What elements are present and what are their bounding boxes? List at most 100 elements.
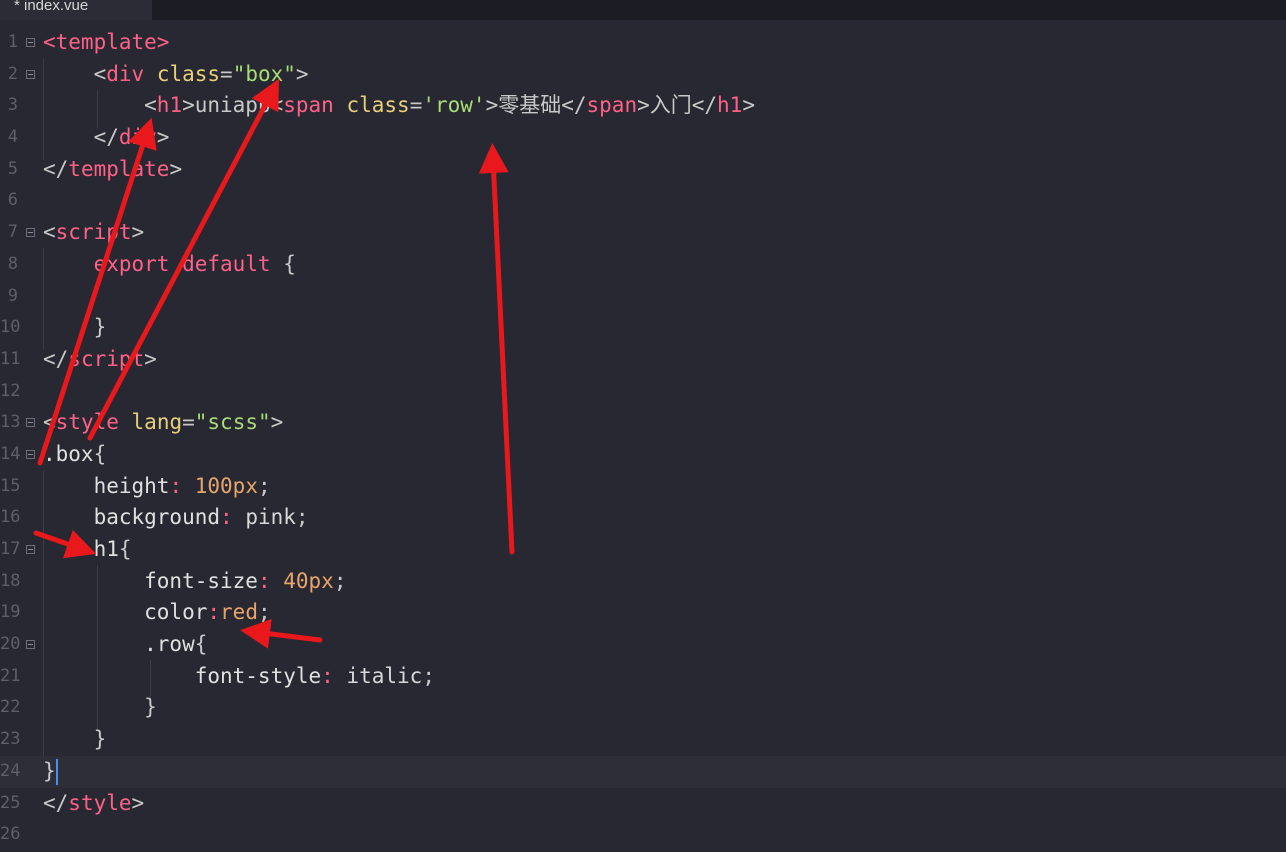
line-number: 19: [0, 602, 21, 623]
line-number: 16: [0, 507, 21, 528]
code-line[interactable]: 18 font-size: 40px;: [0, 566, 1286, 598]
code-line[interactable]: 8 export default {: [0, 249, 1286, 281]
tab-bar: * index.vue: [0, 0, 1286, 20]
fold-toggle-icon[interactable]: [26, 69, 35, 79]
code-token: >入门</: [637, 93, 718, 118]
line-number: 24: [0, 760, 21, 781]
code-token: :: [257, 568, 271, 593]
code-token: div: [118, 125, 157, 150]
fold-toggle-icon[interactable]: [26, 228, 35, 238]
line-number: 14: [0, 443, 21, 464]
code-line[interactable]: 7 <script>: [0, 217, 1286, 249]
code-token: red: [220, 600, 258, 625]
line-number: 13: [0, 412, 21, 433]
code-token: h1: [717, 93, 743, 118]
line-number: 4: [7, 127, 18, 148]
code-token: {: [270, 251, 296, 276]
code-token: >: [131, 790, 145, 815]
code-token: class: [156, 61, 221, 86]
code-editor[interactable]: 1 <template> 2 <div class="box"> 3 <h1>unia…: [0, 20, 1286, 852]
code-line[interactable]: 11 </script>: [0, 344, 1286, 376]
line-number: 7: [7, 222, 18, 243]
code-line[interactable]: 3 <h1>uniapp<span class='row'>零基础</span>…: [0, 90, 1286, 122]
code-text: h1{: [43, 534, 132, 566]
fold-toggle-icon[interactable]: [26, 38, 35, 47]
code-text: }: [43, 692, 157, 724]
fold-toggle-icon[interactable]: [26, 545, 35, 554]
code-line[interactable]: 6: [0, 185, 1286, 217]
code-text: font-style: italic;: [43, 661, 435, 693]
line-number: 10: [0, 317, 21, 338]
code-text: font-size: 40px;: [43, 566, 346, 598]
code-line[interactable]: 2 <div class="box">: [0, 59, 1286, 91]
code-token: }: [43, 315, 107, 340]
fold-toggle-icon[interactable]: [26, 640, 35, 650]
code-token: :: [169, 473, 183, 498]
code-token: <template>: [43, 30, 170, 54]
code-text: </template>: [43, 154, 182, 186]
line-number: 26: [0, 824, 21, 845]
code-token: ;: [295, 505, 309, 530]
code-line[interactable]: 13 <style lang="scss">: [0, 407, 1286, 439]
code-line[interactable]: 14 .box{: [0, 439, 1286, 471]
line-number: 15: [0, 475, 21, 496]
code-line[interactable]: 12: [0, 376, 1286, 408]
code-line[interactable]: 26: [0, 819, 1286, 851]
code-lines: 1 <template> 2 <div class="box"> 3 <h1>unia…: [0, 27, 1286, 851]
code-token: }: [43, 727, 107, 752]
code-token: div: [106, 61, 145, 86]
code-token: "scss": [194, 410, 271, 435]
code-token: <: [43, 220, 56, 245]
code-token: {: [93, 441, 107, 466]
code-token: =: [220, 61, 233, 86]
code-token: >: [169, 156, 183, 181]
fold-toggle-icon[interactable]: [26, 418, 35, 428]
code-line[interactable]: 5 </template>: [0, 154, 1286, 186]
code-token: :: [207, 600, 221, 625]
code-token: style: [55, 410, 119, 435]
code-token: <: [43, 93, 157, 118]
code-line[interactable]: 19 color:red;: [0, 597, 1286, 629]
code-token: =: [182, 410, 195, 435]
code-line[interactable]: 15 height: 100px;: [0, 471, 1286, 503]
code-token: {: [194, 632, 208, 657]
code-text: export default {: [43, 249, 296, 281]
code-line[interactable]: 4 </div>: [0, 122, 1286, 154]
code-token: :: [321, 663, 334, 688]
code-line[interactable]: 23 }: [0, 724, 1286, 756]
code-token: ;: [257, 473, 271, 498]
code-text: }: [43, 312, 107, 344]
code-token: </: [43, 790, 69, 815]
code-text: }: [43, 756, 58, 788]
code-line[interactable]: 10 }: [0, 312, 1286, 344]
code-line[interactable]: 21 font-style: italic;: [0, 661, 1286, 693]
line-number: 25: [0, 792, 21, 813]
code-line[interactable]: 1 <template>: [0, 27, 1286, 59]
code-line[interactable]: 16 background: pink;: [0, 502, 1286, 534]
code-token: class: [346, 93, 410, 118]
line-number: 20: [0, 634, 21, 655]
line-number: 18: [0, 570, 21, 591]
tab-index-vue[interactable]: * index.vue: [0, 0, 152, 20]
code-line[interactable]: 20 .row{: [0, 629, 1286, 661]
code-line[interactable]: 9: [0, 281, 1286, 313]
line-number: 22: [0, 697, 21, 718]
code-token: script: [55, 220, 132, 245]
line-number: 3: [7, 95, 18, 116]
code-token: .row: [43, 632, 195, 657]
code-token: 'row': [422, 93, 486, 118]
code-line[interactable]: 17 h1{: [0, 534, 1286, 566]
code-line[interactable]: 22 }: [0, 692, 1286, 724]
code-token: ;: [257, 600, 271, 625]
code-line[interactable]: 24}: [0, 755, 1286, 788]
fold-toggle-icon[interactable]: [26, 449, 35, 459]
code-token: <: [43, 410, 56, 435]
code-token: template: [68, 156, 170, 181]
code-text: color:red;: [43, 597, 271, 629]
code-token: </: [43, 346, 69, 371]
code-token: italic: [346, 663, 423, 688]
code-line[interactable]: 25 </style>: [0, 788, 1286, 820]
